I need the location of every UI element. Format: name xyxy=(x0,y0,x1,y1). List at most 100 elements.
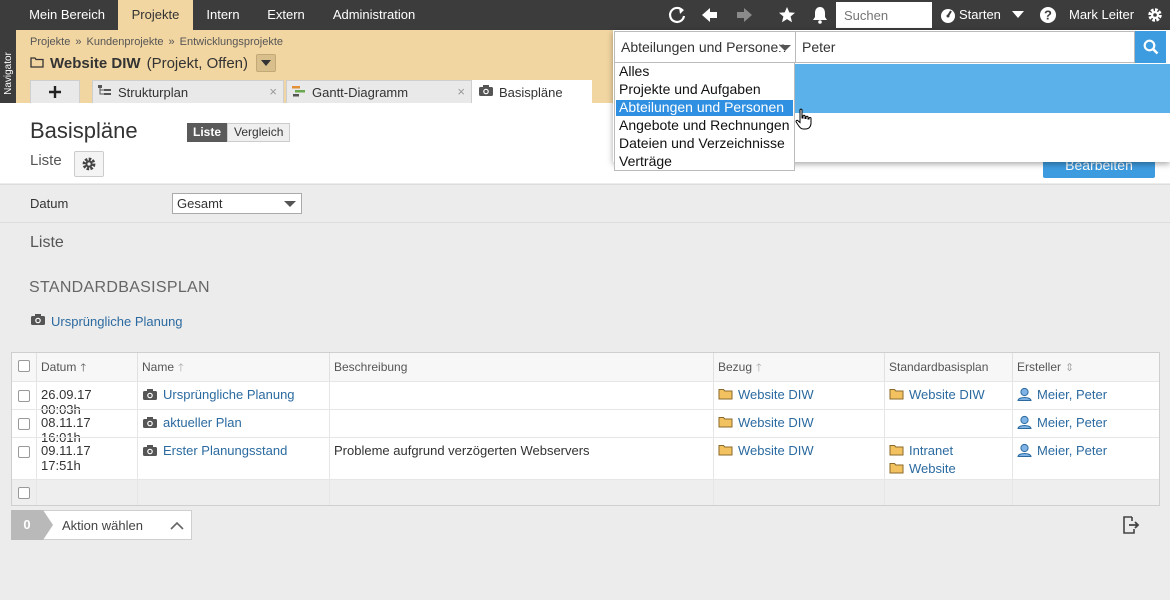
add-tab-button[interactable] xyxy=(30,80,80,103)
search-submit-button[interactable] xyxy=(1135,31,1166,63)
column-header-datum[interactable]: Datum 🡑 xyxy=(37,353,138,381)
tab-strukturplan[interactable]: Strukturplan × xyxy=(92,80,284,103)
standard-baseline-link[interactable]: Website DIW xyxy=(909,387,985,402)
star-icon[interactable] xyxy=(774,0,800,30)
view-toggle-liste[interactable]: Liste xyxy=(187,123,228,142)
export-icon[interactable] xyxy=(1120,515,1140,538)
project-status: (Projekt, Offen) xyxy=(146,54,249,72)
tab-gantt-diagramm[interactable]: Gantt-Diagramm × xyxy=(286,80,472,103)
cell-name[interactable]: aktueller Plan xyxy=(138,409,330,437)
category-option-selected[interactable]: Abteilungen und Personen xyxy=(619,99,784,115)
chevron-down-icon[interactable] xyxy=(1010,0,1026,30)
search-category-select[interactable]: Abteilungen und Personen xyxy=(614,31,796,63)
breadcrumb-item[interactable]: Entwicklungsprojekte xyxy=(180,36,283,48)
speedometer-icon xyxy=(938,0,958,30)
tab-basisplaene[interactable]: Basispläne xyxy=(472,80,592,104)
breadcrumb-item[interactable]: Kundenprojekte xyxy=(86,36,163,48)
back-arrow-icon[interactable] xyxy=(696,0,722,30)
folder-icon xyxy=(889,388,904,403)
category-option[interactable]: Angebote und Rechnungen xyxy=(619,117,789,133)
bell-icon[interactable] xyxy=(807,0,833,30)
help-icon[interactable]: ? xyxy=(1038,0,1058,30)
navigator-label: Navigator xyxy=(2,51,14,95)
standard-baseline-name: Ursprüngliche Planung xyxy=(51,313,183,329)
column-header-ersteller[interactable]: Ersteller ⇕ xyxy=(1013,353,1159,381)
tab-label: Gantt-Diagramm xyxy=(312,84,409,100)
cell-ersteller[interactable]: Meier, Peter xyxy=(1013,381,1159,409)
user-icon xyxy=(1017,387,1032,404)
user-name[interactable]: Mark Leiter xyxy=(1069,0,1134,30)
view-toggle-vergleich[interactable]: Vergleich xyxy=(227,123,291,142)
date-filter-value: Gesamt xyxy=(177,196,223,211)
forward-arrow-icon[interactable] xyxy=(732,0,758,30)
close-icon[interactable]: × xyxy=(457,84,465,99)
cell-beschreibung xyxy=(330,409,714,437)
close-icon[interactable]: × xyxy=(269,84,277,99)
standard-baseline-link[interactable]: Intranet xyxy=(909,443,953,458)
cell-ersteller[interactable]: Meier, Peter xyxy=(1013,437,1159,479)
cell-datum: 08.11.17 16:01h xyxy=(37,409,138,445)
project-menu-button[interactable] xyxy=(256,54,277,72)
row-checkbox[interactable] xyxy=(18,418,30,430)
nav-tab-intern[interactable]: Intern xyxy=(193,0,253,30)
chevron-up-icon[interactable] xyxy=(170,518,184,533)
action-label[interactable]: Aktion wählen xyxy=(62,518,143,533)
nav-tab-extern[interactable]: Extern xyxy=(253,0,319,30)
select-all-checkbox[interactable] xyxy=(18,360,30,372)
column-header-name[interactable]: Name 🡑 xyxy=(138,353,330,381)
chevron-down-icon xyxy=(779,45,791,51)
chevron-down-icon xyxy=(284,201,296,207)
creator-link[interactable]: Meier, Peter xyxy=(1037,443,1107,458)
nav-tab-mein-bereich[interactable]: Mein Bereich xyxy=(16,0,118,30)
baseline-name-link[interactable]: aktueller Plan xyxy=(163,415,242,430)
plus-icon xyxy=(49,86,61,98)
search-result-highlight[interactable] xyxy=(795,64,1170,113)
column-header-bezug[interactable]: Bezug 🡑 xyxy=(714,353,885,381)
reference-link[interactable]: Website DIW xyxy=(738,415,814,430)
category-option[interactable]: Alles xyxy=(619,63,649,79)
column-header-beschreibung[interactable]: Beschreibung xyxy=(330,353,714,381)
creator-link[interactable]: Meier, Peter xyxy=(1037,387,1107,402)
cell-bezug[interactable]: Website DIW xyxy=(714,409,885,437)
creator-link[interactable]: Meier, Peter xyxy=(1037,415,1107,430)
standard-baseline-link[interactable]: Ursprüngliche Planung xyxy=(30,313,183,329)
start-menu-label[interactable]: Starten xyxy=(959,0,1001,30)
cell-name[interactable]: Erster Planungsstand xyxy=(138,437,330,479)
reference-link[interactable]: Website DIW xyxy=(738,443,814,458)
folder-icon xyxy=(718,444,733,459)
breadcrumb-item[interactable]: Projekte xyxy=(30,36,70,48)
reference-link[interactable]: Website DIW xyxy=(738,387,814,402)
hand-cursor-icon xyxy=(795,108,813,133)
cell-standardbasisplan[interactable]: Intranet Website <Kunde> xyxy=(885,437,1013,494)
row-checkbox[interactable] xyxy=(18,390,30,402)
cell-ersteller[interactable]: Meier, Peter xyxy=(1013,409,1159,437)
cell-name[interactable]: Ursprüngliche Planung xyxy=(138,381,330,409)
row-checkbox-cell xyxy=(12,381,37,409)
search-icon xyxy=(1143,39,1158,55)
view-toggle: Liste Vergleich xyxy=(187,123,291,142)
svg-text:?: ? xyxy=(1044,8,1052,23)
gear-icon[interactable] xyxy=(1144,0,1166,30)
category-option[interactable]: Verträge xyxy=(619,153,672,169)
footer-checkbox[interactable] xyxy=(18,487,30,499)
view-subtitle: Liste xyxy=(30,152,62,169)
cell-bezug[interactable]: Website DIW xyxy=(714,437,885,479)
nav-tab-projekte[interactable]: Projekte xyxy=(118,0,193,30)
category-option[interactable]: Projekte und Aufgaben xyxy=(619,81,761,97)
baseline-name-link[interactable]: Erster Planungsstand xyxy=(163,443,287,458)
column-header-standardbasisplan[interactable]: Standardbasisplan xyxy=(885,353,1013,381)
view-settings-button[interactable] xyxy=(74,151,104,177)
footer-cell xyxy=(714,479,885,505)
global-search-input[interactable] xyxy=(836,2,932,28)
cell-standardbasisplan[interactable]: Website DIW xyxy=(885,381,1013,409)
user-icon xyxy=(1017,443,1032,460)
search-term-input[interactable]: Peter xyxy=(796,31,1135,63)
nav-tab-administration[interactable]: Administration xyxy=(319,0,429,30)
refresh-icon[interactable] xyxy=(664,0,690,30)
category-option[interactable]: Dateien und Verzeichnisse xyxy=(619,135,785,151)
cell-bezug[interactable]: Website DIW xyxy=(714,381,885,409)
footer-checkbox-cell xyxy=(12,479,37,505)
row-checkbox[interactable] xyxy=(18,446,30,458)
date-filter-select[interactable]: Gesamt xyxy=(172,193,302,214)
baseline-name-link[interactable]: Ursprüngliche Planung xyxy=(163,387,295,402)
